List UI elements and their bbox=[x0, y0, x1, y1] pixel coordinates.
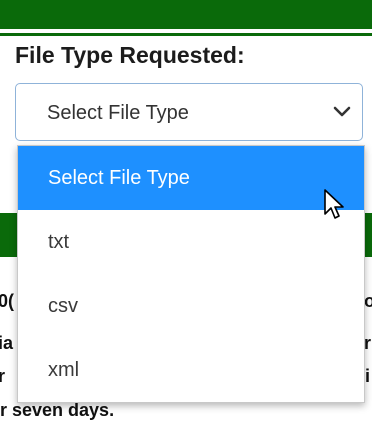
body-text-fragment: 0( bbox=[0, 291, 15, 311]
select-current-value: Select File Type bbox=[47, 102, 189, 124]
file-type-dropdown-list: Select File Type txt csv xml bbox=[17, 145, 365, 403]
option-xml[interactable]: xml bbox=[18, 338, 364, 402]
file-type-select[interactable]: Select File Type bbox=[15, 83, 363, 141]
option-txt[interactable]: txt bbox=[18, 210, 364, 274]
body-text-fragment: o bbox=[364, 291, 372, 311]
body-text-fragment: r bbox=[0, 366, 6, 386]
body-text-fragment: ia bbox=[0, 333, 14, 353]
header-bar bbox=[0, 0, 372, 29]
body-text-fragment: r bbox=[364, 333, 372, 353]
body-text-fragment: r seven days. bbox=[0, 400, 115, 420]
file-type-label: File Type Requested: bbox=[15, 42, 245, 68]
option-csv[interactable]: csv bbox=[18, 274, 364, 338]
chevron-down-icon bbox=[333, 106, 351, 117]
option-select-file-type[interactable]: Select File Type bbox=[18, 146, 364, 210]
header-divider bbox=[0, 33, 372, 36]
body-text-fragment: i bbox=[365, 366, 371, 386]
mouse-pointer-icon bbox=[324, 189, 344, 219]
